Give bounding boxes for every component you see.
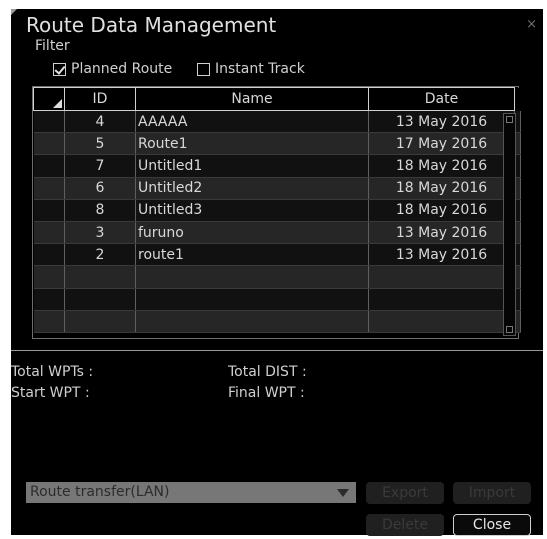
checkbox-unchecked-icon[interactable] (197, 62, 210, 76)
cell-name (135, 265, 369, 289)
delete-button[interactable]: Delete (366, 514, 444, 536)
route-transfer-value: Route transfer(LAN) (30, 484, 170, 500)
header-spacer (514, 87, 521, 111)
cell-name: route1 (135, 243, 369, 267)
close-button[interactable]: Close (453, 514, 531, 536)
row-selector[interactable] (33, 221, 65, 245)
cell-id: 6 (64, 177, 136, 200)
table-header-row: ID Name Date (33, 87, 521, 111)
table-row-empty (33, 265, 521, 289)
chevron-down-icon[interactable] (337, 489, 349, 497)
row-selector[interactable] (33, 177, 65, 200)
filter-label: Filter (35, 38, 70, 54)
cell-id: 5 (64, 132, 136, 156)
select-all-header[interactable] (33, 87, 65, 111)
close-icon[interactable]: × (526, 17, 537, 32)
cell-id: 2 (64, 243, 136, 267)
cell-id (64, 310, 136, 333)
route-data-management-dialog: Route Data Management × Filter Planned R… (11, 9, 543, 536)
cell-id: 7 (64, 154, 136, 178)
section-divider (11, 350, 543, 351)
table-row[interactable]: 3 furuno 13 May 2016 (33, 221, 521, 245)
cell-date: 18 May 2016 (368, 154, 515, 178)
table-row-empty (33, 310, 521, 333)
row-selector (33, 265, 65, 289)
cell-date: 13 May 2016 (368, 110, 515, 134)
row-selector[interactable] (33, 132, 65, 156)
cell-date: 18 May 2016 (368, 199, 515, 222)
import-button[interactable]: Import (453, 482, 531, 504)
row-selector[interactable] (33, 110, 65, 134)
cell-name: Untitled1 (135, 154, 369, 178)
checkbox-checked-icon[interactable] (53, 62, 66, 76)
cell-name: furuno (135, 221, 369, 245)
instant-track-checkbox[interactable]: Instant Track (197, 61, 305, 77)
cell-id (64, 288, 136, 311)
instant-track-label: Instant Track (215, 61, 305, 77)
table-row[interactable]: 4 AAAAA 13 May 2016 (33, 110, 521, 134)
select-all-triangle-icon (53, 99, 62, 108)
row-selector[interactable] (33, 154, 65, 178)
scroll-up-icon[interactable] (506, 116, 513, 123)
table-row[interactable]: 6 Untitled2 18 May 2016 (33, 177, 521, 200)
table-row[interactable]: 2 route1 13 May 2016 (33, 243, 521, 267)
cell-name (135, 288, 369, 311)
route-table: ID Name Date 4 AAAAA 13 May 2016 5 Route… (32, 86, 521, 339)
dialog-title: Route Data Management (26, 13, 277, 37)
column-header-date[interactable]: Date (368, 87, 515, 111)
cell-id: 4 (64, 110, 136, 134)
scroll-down-icon[interactable] (506, 326, 513, 333)
cell-name: Route1 (135, 132, 369, 156)
cell-name: AAAAA (135, 110, 369, 134)
table-row-empty (33, 288, 521, 311)
column-header-id[interactable]: ID (64, 87, 136, 111)
cell-id: 8 (64, 199, 136, 222)
table-row[interactable]: 8 Untitled3 18 May 2016 (33, 199, 521, 222)
table-row[interactable]: 7 Untitled1 18 May 2016 (33, 154, 521, 178)
cell-date (368, 288, 515, 311)
total-dist-label: Total DIST : (228, 364, 307, 380)
cell-name: Untitled2 (135, 177, 369, 200)
cell-name (135, 310, 369, 333)
start-wpt-label: Start WPT : (11, 385, 90, 401)
table-row[interactable]: 5 Route1 17 May 2016 (33, 132, 521, 156)
window-corner-marker (11, 9, 17, 15)
planned-route-checkbox[interactable]: Planned Route (53, 61, 172, 77)
cell-date: 17 May 2016 (368, 132, 515, 156)
row-selector (33, 310, 65, 333)
row-selector (33, 288, 65, 311)
cell-id (64, 265, 136, 289)
cell-date (368, 310, 515, 333)
total-wpts-label: Total WPTs : (11, 364, 94, 380)
final-wpt-label: Final WPT : (228, 385, 305, 401)
cell-name: Untitled3 (135, 199, 369, 222)
cell-date: 18 May 2016 (368, 177, 515, 200)
row-selector[interactable] (33, 243, 65, 267)
export-button[interactable]: Export (366, 482, 444, 504)
cell-date: 13 May 2016 (368, 221, 515, 245)
cell-date (368, 265, 515, 289)
row-selector[interactable] (33, 199, 65, 222)
route-transfer-dropdown[interactable]: Route transfer(LAN) (26, 482, 356, 503)
planned-route-label: Planned Route (71, 61, 173, 77)
table-scrollbar[interactable] (503, 113, 516, 336)
column-header-name[interactable]: Name (135, 87, 369, 111)
cell-id: 3 (64, 221, 136, 245)
cell-date: 13 May 2016 (368, 243, 515, 267)
